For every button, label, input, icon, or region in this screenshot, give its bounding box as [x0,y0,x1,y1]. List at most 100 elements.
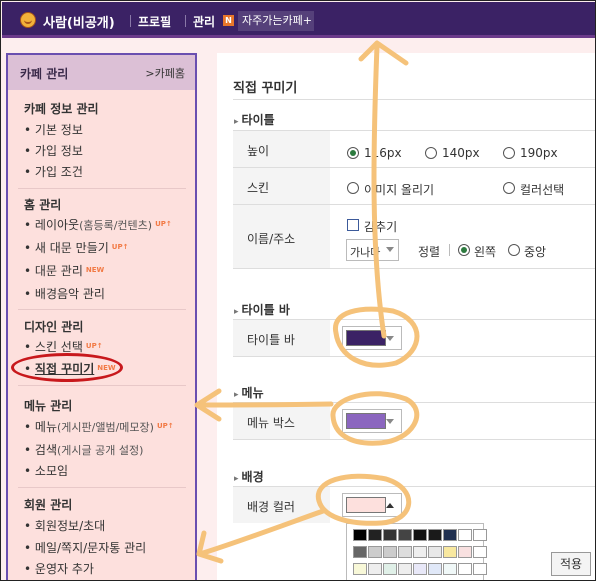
hide-name-label: 감추기 [364,220,398,234]
sidebar-item-label: 메뉴 [34,420,57,434]
divider [18,309,186,310]
palette-color-cell[interactable] [413,546,427,558]
palette-color-cell[interactable] [383,529,397,541]
menu-box-color-swatch [346,413,386,429]
background-color-picker[interactable] [342,493,402,517]
up-badge: UP↑ [85,342,103,350]
skin-radio-image[interactable] [347,182,359,194]
sidebar-item-label: 배경음악 관리 [34,287,105,301]
divider [233,439,595,440]
palette-color-cell[interactable] [458,546,472,558]
palette-color-cell[interactable] [353,563,367,575]
sidebar-item-sub: (홈등록/컨텐츠) [79,219,153,232]
palette-color-cell[interactable] [428,563,442,575]
name-address-label-cell: 이름/주소 [233,205,330,268]
titlebar-color-picker[interactable] [342,326,402,350]
menu-box-color-picker[interactable] [342,409,402,433]
palette-color-cell[interactable] [368,563,382,575]
red-highlight-circle [11,353,123,382]
palette-color-cell[interactable] [443,546,457,558]
palette-color-cell[interactable] [398,563,412,575]
palette-color-cell[interactable] [368,546,382,558]
palette-color-cell[interactable] [428,546,442,558]
cafe-admin-sidebar: 카페 관리 >카페홈 카페 정보 관리 • 기본 정보 • 가입 정보 • 가입… [6,53,197,580]
up-badge: UP↑ [111,243,129,251]
height-option-label: 140px [442,146,480,160]
sidebar-item-member-info[interactable]: • 회원정보/초대 [24,517,105,534]
nickname-link[interactable]: 사람(비공개) [43,12,115,31]
height-label-cell: 높이 [233,131,330,167]
background-color-label: 배경 컬러 [247,500,295,514]
palette-color-cell[interactable] [473,546,487,558]
hide-name-checkbox[interactable] [347,219,359,231]
group-title-cafe-info: 카페 정보 관리 [24,102,99,116]
height-radio-190[interactable] [503,147,515,159]
sidebar-item-sub: (게시글 공개 설정) [57,444,144,457]
sidebar-item-label: 새 대문 만들기 [34,241,109,255]
apply-button[interactable]: 적용 [551,552,591,576]
divider [18,385,186,386]
sidebar-item-bgm[interactable]: • 배경음악 관리 [24,285,105,302]
divider [18,188,186,189]
group-title-members: 회원 관리 [24,498,73,512]
chevron-down-icon [386,336,394,341]
palette-color-cell[interactable] [413,563,427,575]
skin-radio-color[interactable] [503,182,515,194]
sidebar-item-small-group[interactable]: • 소모임 [24,462,68,479]
sidebar-item-label: 대문 관리 [34,264,83,278]
sidebar-title: 카페 관리 [20,67,69,81]
align-radio-left[interactable] [458,244,470,256]
sidebar-item-mail-manage[interactable]: • 메일/쪽지/문자통 관리 [24,539,146,556]
palette-color-cell[interactable] [413,529,427,541]
palette-color-cell[interactable] [473,529,487,541]
admin-link[interactable]: 관리 [193,13,215,30]
palette-color-cell[interactable] [383,546,397,558]
palette-color-cell[interactable] [443,529,457,541]
align-option-label: 왼쪽 [474,245,497,259]
height-radio-116[interactable] [347,147,359,159]
sidebar-item-label: 레이아웃 [34,218,80,232]
palette-color-cell[interactable] [368,529,382,541]
sidebar-item-layout[interactable]: • 레이아웃(홈등록/컨텐츠) UP↑ [24,216,172,233]
palette-color-cell[interactable] [383,563,397,575]
palette-color-cell[interactable] [398,546,412,558]
palette-color-cell[interactable] [353,529,367,541]
sidebar-item-front-manage[interactable]: • 대문 관리 NEW [24,262,104,279]
palette-color-cell[interactable] [443,563,457,575]
sidebar-item-join-info[interactable]: • 가입 정보 [24,142,83,159]
background-color-swatch [346,497,386,513]
palette-color-cell[interactable] [428,529,442,541]
titlebar-label-cell: 타이틀 바 [233,320,330,356]
sidebar-item-menu[interactable]: • 메뉴(게시판/앨범/메모장) UP↑ [24,418,174,435]
font-select[interactable]: 가나다 [346,239,399,261]
up-badge: UP↑ [156,422,174,430]
sidebar-item-join-conditions[interactable]: • 가입 조건 [24,163,83,180]
align-radio-center[interactable] [508,244,520,256]
skin-option-label: 컬러선택 [520,183,565,197]
height-option-label: 116px [364,146,402,160]
divider [18,487,186,488]
section-title-background: 배경 [234,468,264,485]
favorite-cafe-button[interactable]: 자주가는카페+ [238,11,314,31]
sidebar-item-label: 기본 정보 [34,123,83,137]
section-title-title: 타이틀 [234,111,275,128]
divider [233,268,595,269]
sidebar-item-new-front[interactable]: • 새 대문 만들기 UP↑ [24,239,128,256]
palette-color-cell[interactable] [353,546,367,558]
sidebar-item-label: 스킨 선택 [34,340,83,354]
font-select-value: 가나다 [350,246,381,259]
sidebar-item-basic-info[interactable]: • 기본 정보 [24,121,83,138]
palette-color-cell[interactable] [458,529,472,541]
group-title-design: 디자인 관리 [24,320,84,334]
palette-color-cell[interactable] [458,563,472,575]
cafe-home-link[interactable]: >카페홈 [145,65,185,81]
palette-color-cell[interactable] [473,563,487,575]
sidebar-item-add-operator[interactable]: • 운영자 추가 [24,560,94,577]
palette-color-cell[interactable] [398,529,412,541]
cafe-top-bar: 사람(비공개) 프로필 관리 N 자주가는카페+ [2,2,595,38]
sidebar-item-search[interactable]: • 검색(게시글 공개 설정) [24,441,143,458]
profile-link[interactable]: 프로필 [138,13,171,30]
sidebar-item-sub: (게시판/앨범/메모장) [57,421,154,434]
height-radio-140[interactable] [425,147,437,159]
screenshot-frame: 사람(비공개) 프로필 관리 N 자주가는카페+ 카페 관리 >카페홈 카페 정… [0,0,596,581]
